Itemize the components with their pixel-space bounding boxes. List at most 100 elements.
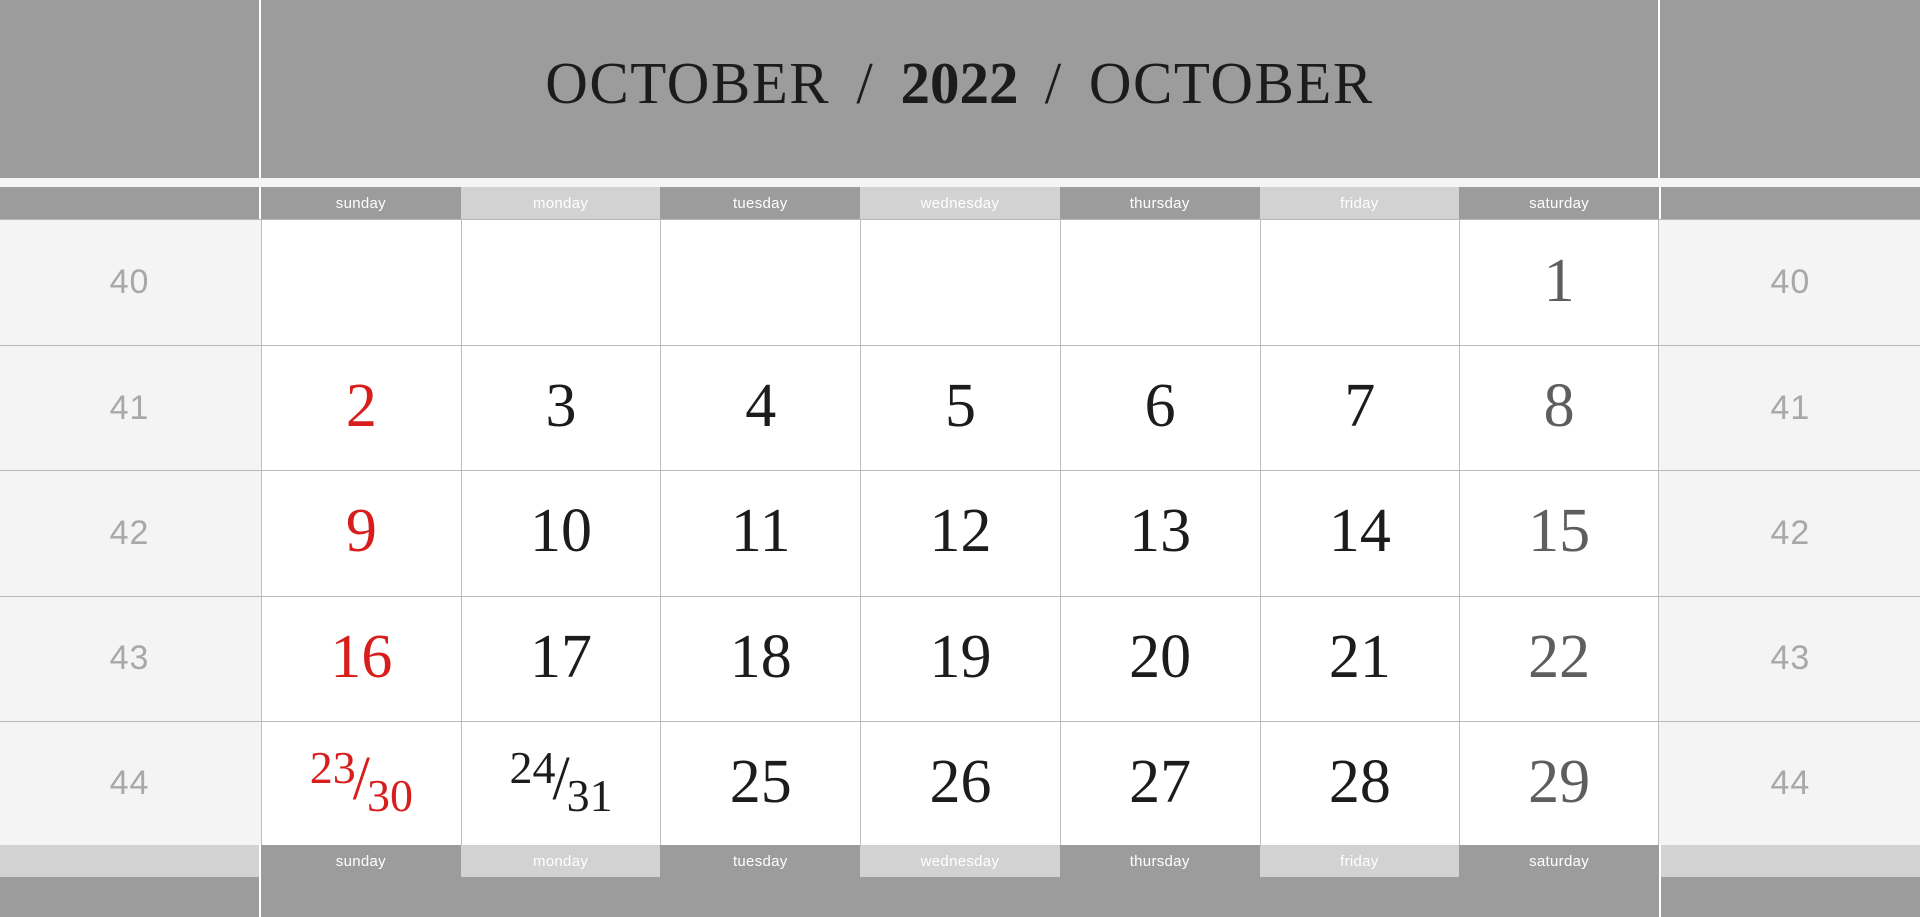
weekday-label-monday: monday xyxy=(460,187,661,219)
calendar-week-row: 44 23/30 24/31 25 26 27 28 29 44 xyxy=(0,720,1920,846)
day-cell-22[interactable]: 22 xyxy=(1459,596,1659,721)
day-number: 2 xyxy=(345,372,377,441)
day-number: 3 xyxy=(545,372,577,441)
weekday-label-friday: friday xyxy=(1259,845,1460,877)
week-number-right: 43 xyxy=(1660,596,1920,721)
footer-center-block xyxy=(261,877,1659,917)
weekday-label-tuesday: tuesday xyxy=(660,187,861,219)
day-cell-empty xyxy=(460,220,661,346)
weekday-label-sunday: sunday xyxy=(261,187,461,219)
week-number-left: 44 xyxy=(0,721,259,846)
day-cell-4[interactable]: 4 xyxy=(660,346,861,471)
day-number: 9 xyxy=(345,497,377,566)
weekday-header-bottom: sunday monday tuesday wednesday thursday frid… xyxy=(0,845,1920,877)
weekday-label-thursday: thursday xyxy=(1059,845,1260,877)
day-number: 12 xyxy=(929,497,992,566)
title-year: 2022 xyxy=(900,49,1019,116)
title-separator-right: / xyxy=(1044,49,1063,116)
day-cell-10[interactable]: 10 xyxy=(460,471,661,596)
day-cell-21[interactable]: 21 xyxy=(1259,596,1460,721)
day-cell-17[interactable]: 17 xyxy=(460,596,661,721)
day-number: 25 xyxy=(729,747,792,816)
calendar-week-row: 42 9 10 11 12 13 14 15 42 xyxy=(0,470,1920,596)
day-cell-9[interactable]: 9 xyxy=(261,471,461,596)
weekday-strip-left-spacer xyxy=(0,845,259,877)
week-number-left: 41 xyxy=(0,346,259,471)
day-cell-26[interactable]: 26 xyxy=(860,721,1060,846)
day-cell-20[interactable]: 20 xyxy=(1059,596,1260,721)
day-cell-empty xyxy=(660,220,861,346)
day-number: 10 xyxy=(530,497,593,566)
day-cell-25[interactable]: 25 xyxy=(660,721,861,846)
day-number: 8 xyxy=(1543,372,1575,441)
day-number-primary: 24 xyxy=(509,741,556,793)
day-number: 20 xyxy=(1129,622,1192,691)
day-cell-6[interactable]: 6 xyxy=(1059,346,1260,471)
title-month-left: OCTOBER xyxy=(545,49,831,116)
day-cell-15[interactable]: 15 xyxy=(1459,471,1659,596)
day-number: 27 xyxy=(1129,747,1192,816)
day-cell-13[interactable]: 13 xyxy=(1059,471,1260,596)
title-separator-left: / xyxy=(856,49,875,116)
day-cell-24-31[interactable]: 24/31 xyxy=(460,721,661,846)
week-number-left: 40 xyxy=(0,220,259,346)
weekday-label-tuesday: tuesday xyxy=(660,845,861,877)
day-cell-23-30[interactable]: 23/30 xyxy=(261,721,461,846)
day-cell-8[interactable]: 8 xyxy=(1459,346,1659,471)
day-number: 4 xyxy=(745,372,777,441)
weekday-strip-right-spacer xyxy=(1660,845,1920,877)
day-cell-empty xyxy=(860,220,1060,346)
day-cell-empty xyxy=(261,220,461,346)
week-number-left: 42 xyxy=(0,471,259,596)
day-cell-5[interactable]: 5 xyxy=(860,346,1060,471)
weekday-label-wednesday: wednesday xyxy=(860,845,1060,877)
week-number-right: 44 xyxy=(1660,721,1920,846)
day-number: 29 xyxy=(1528,747,1591,816)
day-cell-3[interactable]: 3 xyxy=(460,346,661,471)
day-cell-18[interactable]: 18 xyxy=(660,596,861,721)
day-cell-14[interactable]: 14 xyxy=(1259,471,1460,596)
day-number: 19 xyxy=(929,622,992,691)
weekday-label-sunday: sunday xyxy=(261,845,461,877)
page-title: OCTOBER / 2022 / OCTOBER xyxy=(545,53,1373,113)
week-number-right: 40 xyxy=(1660,220,1920,346)
weekday-header-top: sunday monday tuesday wednesday thursday frid… xyxy=(0,187,1920,219)
calendar-week-row: 40 1 40 xyxy=(0,220,1920,346)
day-number: 21 xyxy=(1328,622,1391,691)
day-cell-29[interactable]: 29 xyxy=(1459,721,1659,846)
week-number-right: 41 xyxy=(1660,346,1920,471)
header-right-block xyxy=(1660,0,1920,178)
day-cell-empty xyxy=(1259,220,1460,346)
day-number: 15 xyxy=(1528,497,1591,566)
day-cell-11[interactable]: 11 xyxy=(660,471,861,596)
day-number: 7 xyxy=(1344,372,1376,441)
day-number-secondary: 30 xyxy=(366,769,413,821)
day-number: 1 xyxy=(1543,246,1575,315)
weekday-label-saturday: saturday xyxy=(1459,845,1659,877)
calendar-header-band: OCTOBER / 2022 / OCTOBER xyxy=(0,0,1920,178)
weekday-label-friday: friday xyxy=(1259,187,1460,219)
footer-left-block xyxy=(0,877,259,917)
day-number-primary: 23 xyxy=(309,741,356,793)
week-number-left: 43 xyxy=(0,596,259,721)
weekday-label-monday: monday xyxy=(460,845,661,877)
header-underline xyxy=(0,178,1920,187)
weekday-label-thursday: thursday xyxy=(1059,187,1260,219)
day-cell-empty xyxy=(1059,220,1260,346)
weekday-strip-left-spacer xyxy=(0,187,259,219)
calendar-week-row: 43 16 17 18 19 20 21 22 43 xyxy=(0,595,1920,721)
day-cell-28[interactable]: 28 xyxy=(1259,721,1460,846)
day-cell-27[interactable]: 27 xyxy=(1059,721,1260,846)
day-cell-2[interactable]: 2 xyxy=(261,346,461,471)
day-cell-1[interactable]: 1 xyxy=(1459,220,1659,346)
day-cell-7[interactable]: 7 xyxy=(1259,346,1460,471)
day-number: 11 xyxy=(730,497,791,566)
calendar-grid: 40 1 40 41 2 3 4 5 6 7 8 41 42 9 10 11 12 13 14 15 42 43 16 17 1… xyxy=(0,219,1920,846)
weekday-strip-right-spacer xyxy=(1660,187,1920,219)
day-number: 22 xyxy=(1528,622,1591,691)
day-cell-16[interactable]: 16 xyxy=(261,596,461,721)
day-cell-19[interactable]: 19 xyxy=(860,596,1060,721)
day-number-split: 24/31 xyxy=(509,741,612,819)
day-number: 14 xyxy=(1328,497,1391,566)
day-cell-12[interactable]: 12 xyxy=(860,471,1060,596)
